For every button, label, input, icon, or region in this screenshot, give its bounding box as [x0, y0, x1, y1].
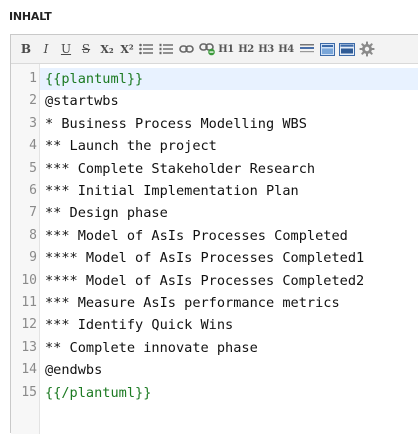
code-line[interactable]: *** Model of AsIs Processes Completed: [45, 225, 348, 247]
code-line[interactable]: @endwbs: [45, 359, 102, 381]
code-line[interactable]: **** Model of AsIs Processes Completed1: [45, 247, 364, 269]
line-number: 9: [29, 250, 37, 266]
subscript-icon: X₂: [100, 42, 114, 56]
bold-icon: B: [20, 42, 32, 56]
numbered-list-icon: [159, 43, 173, 55]
line-number: 6: [29, 183, 37, 198]
line-number: 7: [29, 205, 37, 221]
code-line[interactable]: ** Design phase: [45, 202, 168, 224]
heading1-label: H1: [218, 43, 234, 55]
code-line[interactable]: **** Model of AsIs Processes Completed2: [45, 270, 364, 292]
editor-toolbar: B I U S X₂ X² H1 H2 H3 H4: [11, 35, 418, 64]
heading4-button[interactable]: H4: [278, 40, 294, 58]
heading4-label: H4: [278, 43, 294, 55]
code-line[interactable]: *** Complete Stakeholder Research: [45, 158, 315, 180]
underline-button[interactable]: U: [59, 40, 73, 58]
superscript-icon: X²: [120, 42, 134, 56]
heading3-button[interactable]: H3: [258, 40, 274, 58]
code-line[interactable]: {{plantuml}}: [45, 68, 143, 90]
image-button[interactable]: [319, 40, 335, 58]
heading3-label: H3: [258, 43, 274, 55]
bullet-list-icon: [139, 43, 153, 55]
line-number: 1: [29, 71, 37, 86]
italic-icon: I: [43, 42, 49, 56]
html-button[interactable]: [338, 40, 356, 58]
code-editor[interactable]: B I U S X₂ X² H1 H2 H3 H4 1 {{plantuml}}…: [10, 34, 418, 434]
code-line[interactable]: ** Complete innovate phase: [45, 337, 258, 359]
html-icon: [339, 42, 355, 56]
bullet-list-button[interactable]: [138, 40, 154, 58]
underline-icon: U: [60, 42, 72, 56]
bold-button[interactable]: B: [19, 40, 33, 58]
code-line[interactable]: *** Identify Quick Wins: [45, 314, 233, 336]
code-line[interactable]: *** Initial Implementation Plan: [45, 180, 299, 202]
strikethrough-icon: S: [81, 42, 91, 56]
line-number: 2: [29, 93, 37, 109]
numbered-list-button[interactable]: [158, 40, 174, 58]
gear-icon: [359, 41, 375, 57]
horizontal-rule-icon: [300, 44, 314, 53]
line-number: 4: [29, 138, 37, 154]
superscript-button[interactable]: X²: [118, 40, 136, 58]
heading1-button[interactable]: H1: [218, 40, 234, 58]
link-icon: [178, 45, 194, 53]
link-button[interactable]: [178, 40, 194, 58]
line-number: 15: [21, 384, 37, 400]
code-line[interactable]: ** Launch the project: [45, 135, 217, 157]
code-line[interactable]: {{/plantuml}}: [45, 382, 151, 404]
line-number: 3: [29, 115, 37, 131]
line-number: 12: [21, 317, 37, 333]
line-number: 10: [21, 272, 37, 288]
line-number: 13: [21, 339, 37, 355]
settings-button[interactable]: [358, 40, 376, 58]
heading2-label: H2: [238, 43, 254, 55]
strikethrough-button[interactable]: S: [79, 40, 93, 58]
unlink-icon: [198, 43, 215, 56]
heading2-button[interactable]: H2: [238, 40, 254, 58]
code-line[interactable]: @startwbs: [45, 90, 119, 112]
line-number: 11: [21, 295, 37, 310]
line-number: 14: [21, 362, 37, 378]
italic-button[interactable]: I: [39, 40, 53, 58]
subscript-button[interactable]: X₂: [98, 40, 116, 58]
line-number: 8: [29, 227, 37, 243]
code-line[interactable]: * Business Process Modelling WBS: [45, 113, 307, 135]
image-icon: [319, 42, 335, 56]
line-number: 5: [29, 160, 37, 176]
horizontal-rule-button[interactable]: [299, 40, 315, 58]
unlink-button[interactable]: [198, 40, 216, 58]
code-line[interactable]: *** Measure AsIs performance metrics: [45, 292, 340, 314]
section-label: INHALT: [9, 10, 52, 23]
